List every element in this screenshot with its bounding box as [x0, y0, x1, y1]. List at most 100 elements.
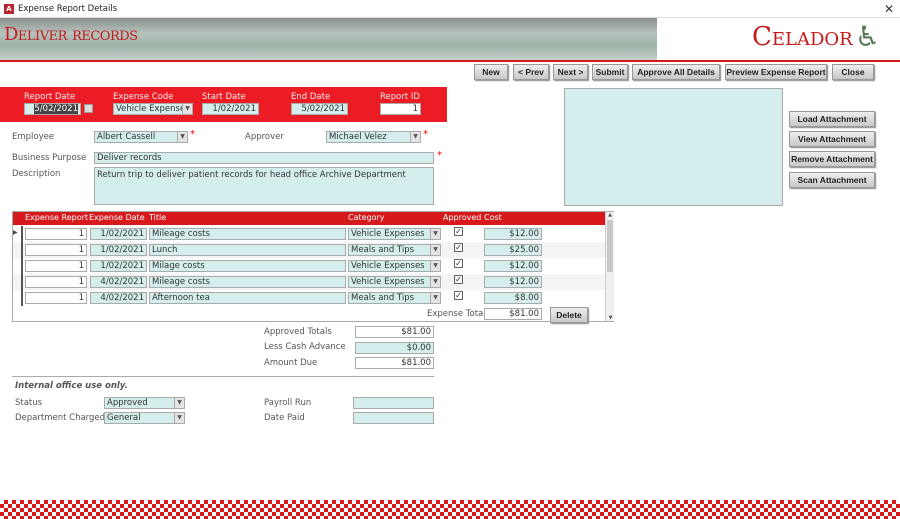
title-cell[interactable]: Afternoon tea [149, 292, 346, 304]
record-selector[interactable] [13, 274, 23, 290]
delete-button[interactable]: Delete [550, 307, 588, 323]
date-paid-field[interactable] [353, 412, 434, 424]
approved-checkbox[interactable]: ✓ [454, 275, 463, 284]
start-date-field[interactable]: 1/02/2021 [202, 103, 259, 115]
expense-date-cell[interactable]: 1/02/2021 [90, 244, 147, 256]
col-cost: Cost [484, 213, 502, 222]
celador-logo: Celador [752, 22, 853, 52]
employee-value: Albert Cassell [97, 132, 156, 142]
department-combo[interactable]: General ▼ [104, 412, 185, 424]
category-cell[interactable]: Vehicle Expenses ▼ [348, 276, 441, 288]
expense-report-cell[interactable]: 1 [25, 244, 87, 256]
record-selector[interactable] [13, 242, 23, 258]
chevron-down-icon[interactable]: ▼ [430, 261, 440, 271]
expense-report-cell[interactable]: 1 [25, 292, 87, 304]
col-expense-report: Expense Report [25, 213, 89, 222]
expense-code-combo[interactable]: Vehicle Expenses ▼ [113, 103, 193, 115]
approved-checkbox[interactable]: ✓ [454, 227, 463, 236]
cost-cell[interactable]: $12.00 [484, 228, 542, 240]
chevron-down-icon[interactable]: ▼ [430, 229, 440, 239]
chevron-down-icon[interactable]: ▼ [430, 245, 440, 255]
chevron-down-icon[interactable]: ▼ [410, 132, 420, 142]
payroll-run-field[interactable] [353, 397, 434, 409]
close-window-icon[interactable]: ✕ [884, 2, 894, 16]
less-cash-advance-label: Less Cash Advance [264, 342, 346, 352]
approver-combo[interactable]: Michael Velez ▼ [326, 131, 421, 143]
table-row[interactable]: ▶ 1 1/02/2021 Mileage costs Vehicle Expe… [13, 226, 605, 242]
expense-report-cell[interactable]: 1 [25, 260, 87, 272]
end-date-field[interactable]: 5/02/2021 [291, 103, 348, 115]
expense-date-cell[interactable]: 4/02/2021 [90, 276, 147, 288]
record-selector[interactable] [13, 290, 23, 306]
approved-checkbox[interactable]: ✓ [454, 259, 463, 268]
payroll-run-label: Payroll Run [264, 398, 312, 408]
employee-combo[interactable]: Albert Cassell ▼ [94, 131, 188, 143]
scroll-thumb[interactable] [607, 220, 613, 272]
record-selector[interactable] [13, 258, 23, 274]
business-purpose-label: Business Purpose [12, 153, 87, 163]
chevron-down-icon[interactable]: ▼ [174, 413, 184, 423]
description-field[interactable]: Return trip to deliver patient records f… [94, 167, 434, 205]
cost-cell[interactable]: $8.00 [484, 292, 542, 304]
report-date-label: Report Date [24, 92, 76, 102]
calendar-icon[interactable] [84, 104, 93, 113]
table-row[interactable]: 1 4/02/2021 Afternoon tea Meals and Tips… [13, 290, 605, 306]
banner-title: Deliver records [4, 24, 138, 45]
expense-totals-field: $81.00 [484, 308, 542, 320]
category-cell[interactable]: Meals and Tips ▼ [348, 292, 441, 304]
table-row[interactable]: 1 1/02/2021 Lunch Meals and Tips ▼ ✓ $25.… [13, 242, 605, 258]
status-combo[interactable]: Approved ▼ [104, 397, 185, 409]
approved-checkbox[interactable]: ✓ [454, 291, 463, 300]
table-row[interactable]: 1 4/02/2021 Mileage costs Vehicle Expens… [13, 274, 605, 290]
approved-checkbox[interactable]: ✓ [454, 243, 463, 252]
less-cash-advance-field[interactable]: $0.00 [355, 342, 434, 354]
report-header-panel: Report Date 5/02/2021 Expense Code Vehic… [0, 87, 447, 122]
load-attachment-button[interactable]: Load Attachment [789, 111, 875, 127]
next-button[interactable]: Next > [553, 64, 588, 80]
title-cell[interactable]: Mileage costs [149, 276, 346, 288]
scroll-down-icon[interactable]: ▼ [606, 315, 615, 321]
cost-cell[interactable]: $25.00 [484, 244, 542, 256]
report-date-field[interactable]: 5/02/2021 [24, 103, 81, 115]
submit-button[interactable]: Submit [592, 64, 628, 80]
col-title: Title [149, 213, 167, 222]
required-marker: * [437, 150, 442, 161]
chevron-down-icon[interactable]: ▼ [177, 132, 187, 142]
cost-cell[interactable]: $12.00 [484, 276, 542, 288]
expense-date-cell[interactable]: 4/02/2021 [90, 292, 147, 304]
chevron-down-icon[interactable]: ▼ [174, 398, 184, 408]
cost-cell[interactable]: $12.00 [484, 260, 542, 272]
chevron-down-icon[interactable]: ▼ [182, 104, 192, 114]
chevron-down-icon[interactable]: ▼ [430, 293, 440, 303]
category-cell[interactable]: Vehicle Expenses ▼ [348, 260, 441, 272]
grid-scrollbar[interactable]: ▲ ▼ [605, 212, 614, 321]
new-button[interactable]: New [474, 64, 508, 80]
title-cell[interactable]: Milage costs [149, 260, 346, 272]
record-selector[interactable]: ▶ [13, 226, 23, 242]
view-attachment-button[interactable]: View Attachment [789, 131, 875, 147]
window-title: Expense Report Details [18, 4, 118, 14]
report-id-field[interactable]: 1 [380, 103, 421, 115]
business-purpose-field[interactable]: Deliver records [94, 152, 434, 164]
close-button[interactable]: Close [832, 64, 874, 80]
table-row[interactable]: 1 1/02/2021 Milage costs Vehicle Expense… [13, 258, 605, 274]
scan-attachment-button[interactable]: Scan Attachment [789, 172, 875, 188]
title-cell[interactable]: Mileage costs [149, 228, 346, 240]
category-cell[interactable]: Meals and Tips ▼ [348, 244, 441, 256]
preview-report-button[interactable]: Preview Expense Report [725, 64, 827, 80]
expense-date-cell[interactable]: 1/02/2021 [90, 228, 147, 240]
chevron-down-icon[interactable]: ▼ [430, 277, 440, 287]
title-cell[interactable]: Lunch [149, 244, 346, 256]
category-cell[interactable]: Vehicle Expenses ▼ [348, 228, 441, 240]
expense-date-cell[interactable]: 1/02/2021 [90, 260, 147, 272]
approved-totals-label: Approved Totals [264, 327, 332, 337]
prev-button[interactable]: < Prev [513, 64, 549, 80]
approve-all-button[interactable]: Approve All Details [632, 64, 720, 80]
divider [12, 376, 434, 377]
expense-report-cell[interactable]: 1 [25, 228, 87, 240]
category-value: Vehicle Expenses [351, 277, 425, 287]
end-date-label: End Date [291, 92, 331, 102]
remove-attachment-button[interactable]: Remove Attachment [789, 151, 875, 167]
expense-report-cell[interactable]: 1 [25, 276, 87, 288]
scroll-up-icon[interactable]: ▲ [606, 212, 614, 218]
